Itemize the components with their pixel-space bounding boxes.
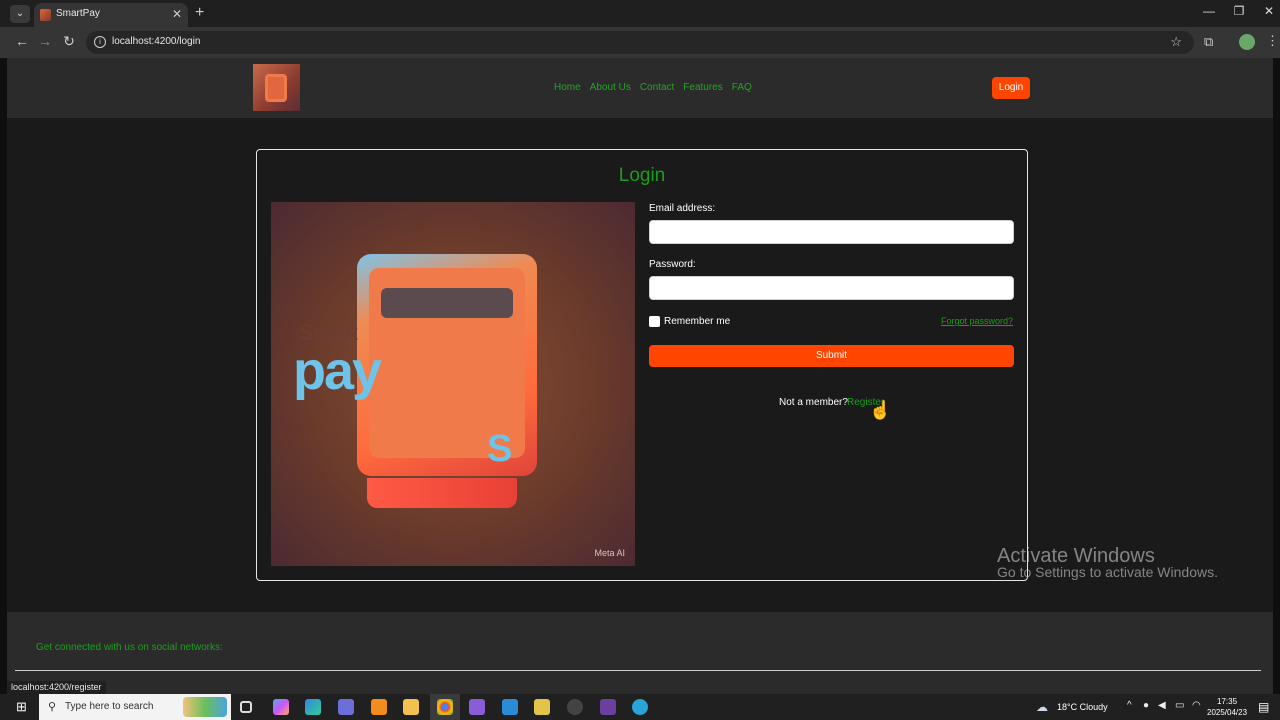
battery-icon[interactable]: ▭ [1175, 700, 1184, 711]
remember-checkbox[interactable] [649, 316, 660, 327]
hero-watermark: Meta AI [594, 548, 625, 558]
volume-icon[interactable]: ◀ [1158, 700, 1166, 711]
nav-link-features[interactable]: Features [683, 82, 722, 93]
app-icon-3[interactable] [567, 699, 583, 715]
terminal-icon[interactable] [600, 699, 616, 715]
clock-time: 17:35 [1217, 697, 1238, 706]
logo-card-icon [265, 74, 287, 102]
search-icon: ⚲ [48, 701, 57, 713]
browser-toolbar: ← → ↻ i localhost:4200/login ☆ [0, 27, 1280, 58]
profile-avatar-icon[interactable] [1239, 34, 1255, 50]
submit-button[interactable]: Submit [649, 345, 1014, 367]
activate-subtitle: Go to Settings to activate Windows. [997, 564, 1218, 580]
status-link-preview: localhost:4200/register [7, 681, 106, 694]
nav-links: Home About Us Contact Features FAQ [554, 82, 752, 93]
nav-link-faq[interactable]: FAQ [732, 82, 752, 93]
windows-taskbar: ⊞ ⚲ Type here to search ☁ 18°C Cloudy ^ … [0, 694, 1280, 720]
nav-link-contact[interactable]: Contact [640, 82, 674, 93]
tab-search-icon[interactable]: ⌄ [10, 5, 30, 23]
forgot-password-link[interactable]: Forgot password? [941, 316, 1013, 326]
task-view-icon[interactable] [240, 701, 252, 713]
app-icon-4[interactable] [632, 699, 648, 715]
email-input[interactable] [649, 220, 1014, 244]
visual-studio-icon[interactable] [469, 699, 485, 715]
close-window-icon[interactable]: ✕ [1259, 4, 1279, 18]
login-title: Login [618, 165, 666, 186]
clock-date: 2025/04/23 [1207, 708, 1248, 717]
footer-divider [15, 670, 1261, 671]
nav-link-about[interactable]: About Us [590, 82, 631, 93]
site-navbar: Home About Us Contact Features FAQ Login [7, 58, 1273, 118]
extensions-icon[interactable]: ⧉ [1204, 34, 1213, 50]
tray-chevron-icon[interactable]: ^ [1127, 700, 1132, 711]
page-viewport: Home About Us Contact Features FAQ Login… [7, 58, 1273, 694]
email-label: Email address: [649, 203, 716, 214]
reload-icon[interactable]: ↻ [61, 33, 77, 50]
nav-link-home[interactable]: Home [554, 82, 581, 93]
notification-icon[interactable]: ▤ [1258, 700, 1269, 714]
not-member-text: Not a member? [779, 397, 848, 408]
new-tab-icon[interactable]: + [195, 4, 204, 22]
taskbar-clock[interactable]: 17:35 2025/04/23 [1207, 696, 1247, 718]
chrome-icon[interactable] [437, 699, 453, 715]
copilot-icon[interactable] [273, 699, 289, 715]
vscode-icon[interactable] [502, 699, 518, 715]
activate-title: Activate Windows [997, 545, 1155, 567]
app-icon-2[interactable] [534, 699, 550, 715]
password-label: Password: [649, 259, 696, 270]
back-icon[interactable]: ← [14, 33, 30, 49]
weather-cloud-icon[interactable]: ☁ [1036, 700, 1048, 714]
browser-tab[interactable]: SmartPay ✕ [34, 3, 188, 27]
app-icon-1[interactable] [338, 699, 354, 715]
activate-windows-watermark: Activate Windows Go to Settings to activ… [997, 545, 1218, 580]
site-info-icon[interactable]: i [94, 36, 106, 48]
hand-cursor-icon: ☝ [869, 400, 892, 420]
smartpay-logo[interactable] [253, 64, 300, 111]
hero-brand-s: S [487, 428, 513, 470]
site-footer: Get connected with us on social networks… [7, 612, 1273, 694]
nav-login-button[interactable]: Login [992, 77, 1030, 99]
edge-icon[interactable] [305, 699, 321, 715]
bookmark-star-icon[interactable]: ☆ [1170, 34, 1182, 50]
weather-text[interactable]: 18°C Cloudy [1057, 702, 1108, 712]
file-explorer-icon[interactable] [403, 699, 419, 715]
address-url: localhost:4200/login [112, 36, 201, 47]
smartpay-hero-image: Smart pay S Meta AI [271, 202, 635, 566]
favicon-icon [40, 9, 51, 21]
taskbar-search-placeholder: Type here to search [65, 701, 154, 712]
close-tab-icon[interactable]: ✕ [172, 7, 182, 21]
tab-title: SmartPay [56, 8, 100, 19]
restore-icon[interactable]: ❐ [1229, 4, 1249, 18]
microphone-icon[interactable]: ● [1143, 700, 1149, 711]
password-input[interactable] [649, 276, 1014, 300]
vlc-icon[interactable] [371, 699, 387, 715]
browser-menu-icon[interactable]: ⋮ [1266, 33, 1279, 49]
address-bar[interactable]: i localhost:4200/login ☆ [86, 31, 1194, 54]
browser-tabbar: ⌄ SmartPay ✕ + — ❐ ✕ [0, 0, 1280, 27]
windows-start-icon[interactable]: ⊞ [16, 700, 30, 714]
taskbar-search[interactable]: ⚲ Type here to search [39, 694, 231, 720]
wifi-icon[interactable]: ◠ [1192, 700, 1201, 711]
forward-icon[interactable]: → [37, 33, 53, 49]
minimize-icon[interactable]: — [1199, 4, 1219, 18]
hero-brand-pay: pay [293, 341, 382, 401]
login-card: Login Smart pay S Meta AI Email address:… [256, 149, 1028, 581]
footer-social-text: Get connected with us on social networks… [36, 642, 223, 653]
search-highlight-icon [183, 697, 227, 717]
remember-label: Remember me [664, 316, 731, 327]
